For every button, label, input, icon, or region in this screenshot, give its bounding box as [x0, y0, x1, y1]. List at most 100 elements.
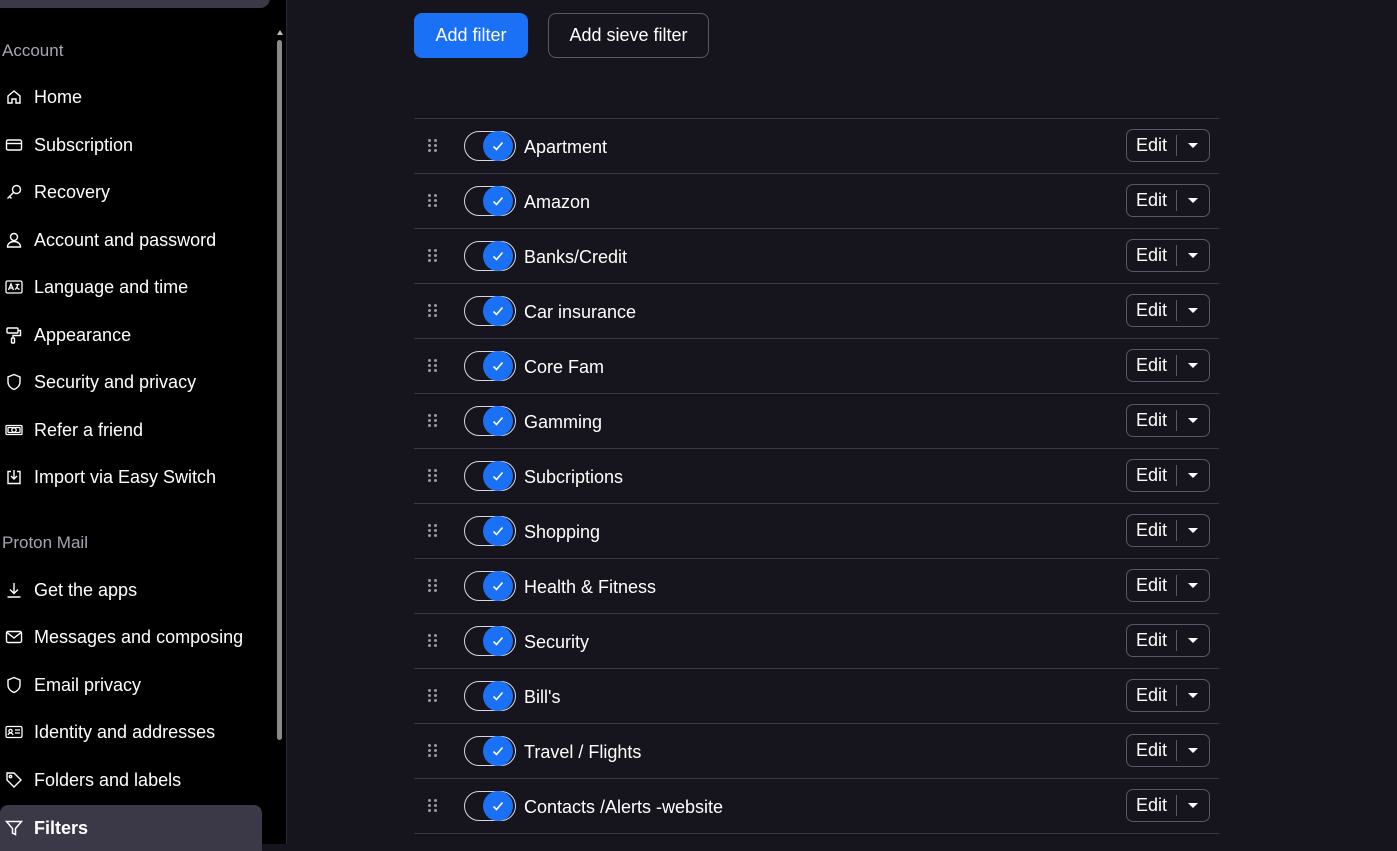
- filter-name: Car insurance: [524, 302, 637, 322]
- previous-nav-item[interactable]: [0, 0, 270, 8]
- drag-handle-icon[interactable]: [428, 194, 440, 208]
- chevron-down-icon: [1188, 473, 1198, 478]
- filter-actions-dropdown-button[interactable]: [1177, 790, 1209, 821]
- sidebar-scrollbar[interactable]: [276, 30, 284, 750]
- drag-handle-icon[interactable]: [428, 414, 440, 428]
- sidebar-item-label: Recovery: [34, 181, 111, 202]
- filter-row: Bill's Edit: [414, 669, 1219, 724]
- chevron-down-icon: [1188, 583, 1198, 588]
- filter-enabled-toggle[interactable]: [464, 681, 516, 711]
- drag-handle-icon[interactable]: [428, 634, 440, 648]
- filter-actions: Edit: [1126, 404, 1210, 437]
- sidebar-item-identity-addresses[interactable]: Identity and addresses: [0, 709, 262, 755]
- filter-actions-dropdown-button[interactable]: [1177, 460, 1209, 491]
- filter-enabled-toggle[interactable]: [464, 791, 516, 821]
- sidebar-item-label: Filters: [34, 817, 89, 838]
- filter-enabled-toggle[interactable]: [464, 351, 516, 381]
- filter-actions-dropdown-button[interactable]: [1177, 295, 1209, 326]
- sidebar-item-label: Email privacy: [34, 674, 142, 695]
- drag-handle-icon[interactable]: [428, 799, 440, 813]
- filter-enabled-toggle[interactable]: [464, 296, 516, 326]
- filter-actions-dropdown-button[interactable]: [1177, 185, 1209, 216]
- edit-filter-button[interactable]: Edit: [1127, 625, 1176, 656]
- filter-enabled-toggle[interactable]: [464, 736, 516, 766]
- filter-enabled-toggle[interactable]: [464, 571, 516, 601]
- add-sieve-filter-button[interactable]: Add sieve filter: [548, 13, 709, 58]
- sidebar-item-account-password[interactable]: Account and password: [0, 217, 262, 263]
- sidebar-item-appearance[interactable]: Appearance: [0, 312, 262, 358]
- drag-handle-icon[interactable]: [428, 744, 440, 758]
- drag-handle-icon[interactable]: [428, 359, 440, 373]
- sidebar-item-email-privacy[interactable]: Email privacy: [0, 662, 262, 708]
- drag-handle-icon[interactable]: [428, 579, 440, 593]
- filter-enabled-toggle[interactable]: [464, 131, 516, 161]
- drag-handle-icon[interactable]: [428, 304, 440, 318]
- filter-actions-dropdown-button[interactable]: [1177, 570, 1209, 601]
- sidebar-item-label: Account and password: [34, 229, 217, 250]
- edit-filter-button[interactable]: Edit: [1127, 735, 1176, 766]
- drag-handle-icon[interactable]: [428, 469, 440, 483]
- add-filter-button[interactable]: Add filter: [414, 13, 528, 58]
- edit-filter-button[interactable]: Edit: [1127, 185, 1176, 216]
- scroll-up-arrow-icon[interactable]: [277, 30, 283, 35]
- filter-name: Security: [524, 632, 590, 652]
- credit-card-icon: [5, 136, 23, 154]
- filter-enabled-toggle[interactable]: [464, 186, 516, 216]
- filter-actions-dropdown-button[interactable]: [1177, 240, 1209, 271]
- sidebar-item-home[interactable]: Home: [0, 74, 262, 120]
- user-icon: [5, 231, 23, 249]
- sidebar-item-security-privacy[interactable]: Security and privacy: [0, 359, 262, 405]
- filter-actions-dropdown-button[interactable]: [1177, 625, 1209, 656]
- scrollbar-thumb[interactable]: [277, 40, 282, 740]
- checkmark-icon: [483, 681, 513, 711]
- filter-actions-dropdown-button[interactable]: [1177, 130, 1209, 161]
- edit-filter-button[interactable]: Edit: [1127, 240, 1176, 271]
- edit-filter-button[interactable]: Edit: [1127, 515, 1176, 546]
- filter-actions-dropdown-button[interactable]: [1177, 735, 1209, 766]
- filter-enabled-toggle[interactable]: [464, 461, 516, 491]
- filter-name: Health & Fitness: [524, 577, 657, 597]
- drag-handle-icon[interactable]: [428, 524, 440, 538]
- filter-row: Banks/Credit Edit: [414, 229, 1219, 284]
- edit-filter-button[interactable]: Edit: [1127, 350, 1176, 381]
- edit-filter-button[interactable]: Edit: [1127, 680, 1176, 711]
- edit-filter-button[interactable]: Edit: [1127, 405, 1176, 436]
- edit-filter-button[interactable]: Edit: [1127, 460, 1176, 491]
- chevron-down-icon: [1188, 418, 1198, 423]
- filter-actions-dropdown-button[interactable]: [1177, 350, 1209, 381]
- id-card-icon: [5, 723, 23, 741]
- edit-filter-button[interactable]: Edit: [1127, 130, 1176, 161]
- filter-list: Apartment Edit Amazon Edit Banks/Credit Edit C…: [414, 118, 1219, 834]
- sidebar-item-label: Folders and labels: [34, 769, 182, 790]
- chevron-down-icon: [1188, 143, 1198, 148]
- sidebar-item-language-time[interactable]: Language and time: [0, 264, 262, 310]
- filter-actions: Edit: [1126, 734, 1210, 767]
- filter-enabled-toggle[interactable]: [464, 516, 516, 546]
- drag-handle-icon[interactable]: [428, 249, 440, 263]
- filter-actions-dropdown-button[interactable]: [1177, 405, 1209, 436]
- sidebar-item-label: Identity and addresses: [34, 721, 216, 742]
- edit-filter-button[interactable]: Edit: [1127, 295, 1176, 326]
- drag-handle-icon[interactable]: [428, 689, 440, 703]
- filter-enabled-toggle[interactable]: [464, 406, 516, 436]
- checkmark-icon: [483, 736, 513, 766]
- filter-actions: Edit: [1126, 569, 1210, 602]
- sidebar-item-get-apps[interactable]: Get the apps: [0, 567, 262, 613]
- sidebar-item-refer-friend[interactable]: Refer a friend: [0, 407, 262, 453]
- filter-enabled-toggle[interactable]: [464, 241, 516, 271]
- filter-actions-dropdown-button[interactable]: [1177, 515, 1209, 546]
- sidebar-item-filters[interactable]: Filters: [0, 805, 262, 851]
- sidebar-item-recovery[interactable]: Recovery: [0, 169, 262, 215]
- edit-filter-button[interactable]: Edit: [1127, 570, 1176, 601]
- filter-row: Shopping Edit: [414, 504, 1219, 559]
- edit-filter-button[interactable]: Edit: [1127, 790, 1176, 821]
- key-icon: [5, 183, 23, 201]
- sidebar-item-import-easy-switch[interactable]: Import via Easy Switch: [0, 454, 262, 500]
- filter-name: Bill's: [524, 687, 561, 707]
- sidebar-item-subscription[interactable]: Subscription: [0, 122, 262, 168]
- filter-enabled-toggle[interactable]: [464, 626, 516, 656]
- sidebar-item-folders-labels[interactable]: Folders and labels: [0, 757, 262, 803]
- sidebar-item-messages-composing[interactable]: Messages and composing: [0, 614, 262, 660]
- drag-handle-icon[interactable]: [428, 139, 440, 153]
- filter-actions-dropdown-button[interactable]: [1177, 680, 1209, 711]
